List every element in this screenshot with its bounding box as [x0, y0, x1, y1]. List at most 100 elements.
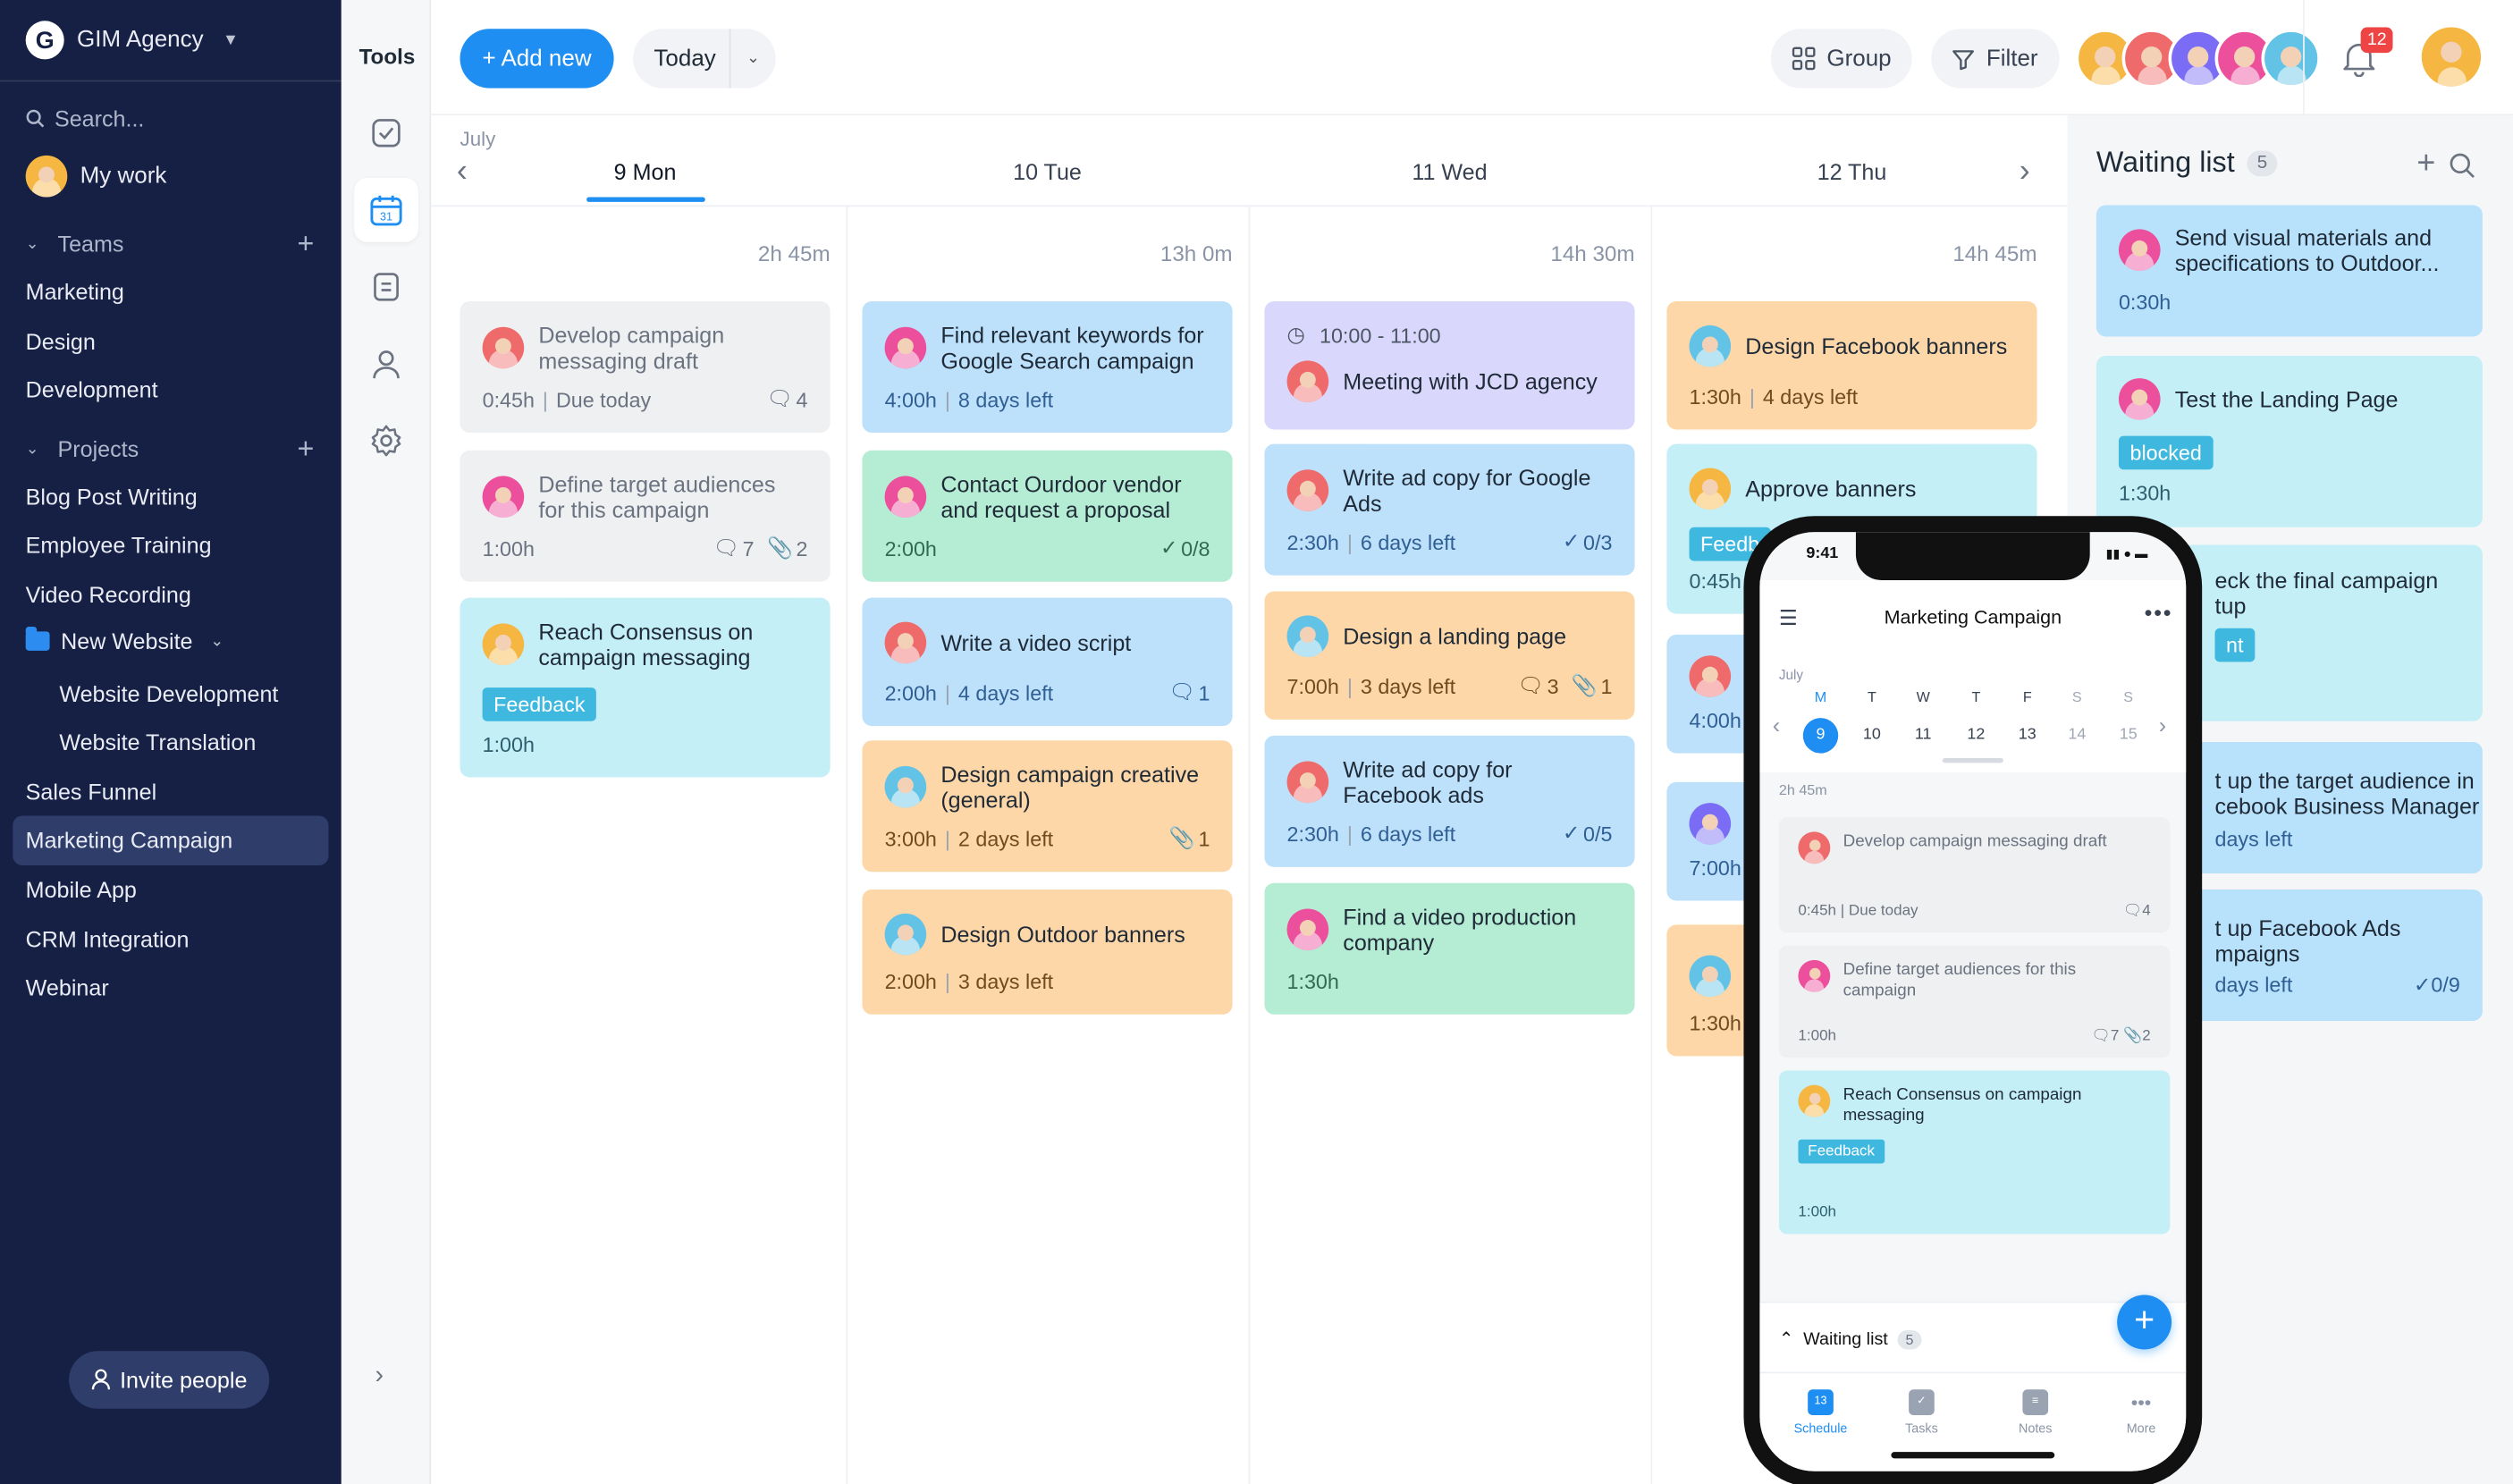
task-card[interactable]: Define target audiences for this campaig… — [460, 450, 831, 582]
sidebar-search[interactable]: Search... — [26, 105, 144, 131]
day-header[interactable]: 10 Tue — [847, 158, 1249, 184]
sidebar-item-crm-integration[interactable]: CRM Integration — [26, 926, 190, 952]
phone-mockup: ☰ Marketing Campaign ••• 9:41 ▮▮ ● ▬ Jul… — [1743, 516, 2203, 1484]
phone-day[interactable]: F 13 — [2008, 689, 2046, 754]
task-card[interactable]: Find relevant keywords for Google Search… — [862, 301, 1233, 434]
phone-task-card[interactable]: Define target audiences for this campaig… — [1778, 945, 2171, 1058]
checkmark-icon: ✓ — [1562, 820, 1581, 845]
add-team-icon[interactable]: + — [298, 229, 315, 257]
task-card[interactable]: Write ad copy for Facebook ads 2:30h | 6 d… — [1264, 735, 1635, 867]
task-card[interactable]: Design campaign creative (general) 3:00h… — [862, 740, 1233, 873]
today-button[interactable]: Today ⌄ — [633, 29, 776, 89]
avatar[interactable] — [2261, 29, 2321, 89]
event-card[interactable]: ◷ 10:00 - 11:00 Meeting with JCD agency — [1264, 301, 1635, 430]
task-card[interactable]: Design Facebook banners 1:30h | 4 days lef… — [1666, 301, 2037, 430]
user-icon — [91, 1369, 110, 1390]
day-letter: T — [1971, 688, 1981, 705]
task-card[interactable]: Reach Consensus on campaign messaging Fe… — [460, 597, 831, 778]
add-new-button[interactable]: + Add new — [460, 29, 614, 89]
sidebar-item-marketing[interactable]: Marketing — [26, 279, 124, 305]
waiting-item-duration: 0:30h — [2118, 290, 2171, 315]
comment-icon: 🗨 — [2122, 902, 2143, 921]
projects-section-header[interactable]: ⌄ Projects + — [26, 434, 315, 463]
avatar — [1798, 1084, 1831, 1117]
phone-time: 9:41 — [1806, 544, 1839, 563]
workspace-switcher[interactable]: G GIM Agency ▼ — [25, 21, 239, 60]
search-icon — [26, 109, 45, 128]
sidebar-item-website-development[interactable]: Website Development — [59, 681, 278, 707]
tool-settings[interactable] — [354, 409, 418, 473]
sidebar-item-video-recording[interactable]: Video Recording — [26, 582, 191, 608]
sidebar-item-marketing-campaign[interactable]: Marketing Campaign — [13, 815, 329, 866]
day-letter: T — [1867, 688, 1876, 705]
sidebar-item-design[interactable]: Design — [26, 329, 96, 355]
phone-task-card[interactable]: Develop campaign messaging draft 0:45h |… — [1778, 817, 2171, 933]
task-card[interactable]: Write a video script 2:00h | 4 days left 🗨… — [862, 597, 1233, 727]
more-icon[interactable]: ••• — [2145, 599, 2173, 625]
search-icon[interactable] — [2449, 152, 2475, 179]
add-icon[interactable]: + — [2416, 146, 2435, 182]
phone-day[interactable]: S 15 — [2109, 689, 2147, 754]
team-avatars[interactable] — [2075, 29, 2321, 89]
notes-icon — [374, 273, 399, 301]
teams-section-header[interactable]: ⌄ Teams + — [26, 229, 315, 257]
sidebar-item-development[interactable]: Development — [26, 376, 158, 402]
avatar — [25, 155, 68, 198]
task-card[interactable]: Contact Ourdoor vendor and request a pro… — [862, 450, 1233, 582]
chevron-right-icon[interactable]: › — [375, 1362, 384, 1391]
waiting-list-item[interactable]: Send visual materials and specifications… — [2096, 205, 2483, 337]
waiting-item-title: Test the Landing Page — [2174, 386, 2399, 412]
avatar — [482, 476, 525, 519]
sidebar-item-blog-post-writing[interactable]: Blog Post Writing — [26, 484, 198, 510]
task-duration: 0:45h — [1689, 569, 1741, 594]
tool-tasks[interactable] — [354, 101, 418, 165]
task-card[interactable]: Find a video production company 1:30h — [1264, 882, 1635, 1015]
invite-people-button[interactable]: Invite people — [69, 1351, 270, 1409]
sidebar-item-webinar[interactable]: Webinar — [26, 974, 109, 1000]
task-card[interactable]: Design Outdoor banners 2:00h | 3 days left — [862, 889, 1233, 1015]
sidebar-folder-new-website[interactable]: New Website ⌄ — [25, 626, 224, 653]
group-button[interactable]: Group — [1770, 29, 1912, 89]
phone-day[interactable]: T 10 — [1852, 689, 1891, 754]
filter-button[interactable]: Filter — [1931, 29, 2060, 89]
attachment-count: 📎 1 — [1572, 673, 1613, 699]
tag-feedback: Feedback — [1798, 1139, 1885, 1164]
task-due: 6 days left — [1360, 821, 1456, 846]
attachments-number: 1 — [1600, 673, 1613, 698]
phone-day[interactable]: W 11 — [1904, 689, 1943, 754]
workspace-name: GIM Agency — [77, 27, 204, 54]
tab-tasks[interactable]: ✓ Tasks — [1882, 1389, 1962, 1436]
tab-notes[interactable]: ≡ Notes — [1995, 1389, 2076, 1436]
tab-more[interactable]: ••• More — [2101, 1389, 2181, 1436]
day-header[interactable]: 12 Thu — [1650, 158, 2053, 184]
paperclip-icon: 📎 — [2123, 1027, 2143, 1045]
task-card[interactable]: Design a landing page 7:00h | 3 days left … — [1264, 591, 1635, 720]
drag-handle[interactable] — [1942, 757, 2003, 763]
waiting-item-due: days left — [2214, 827, 2293, 851]
waiting-list-item[interactable]: Test the Landing Page blocked 1:30h — [2096, 355, 2483, 527]
tool-notes[interactable] — [354, 255, 418, 319]
chevron-right-icon[interactable]: › — [2159, 712, 2166, 738]
chevron-left-icon[interactable]: ‹ — [1773, 712, 1780, 738]
user-avatar[interactable] — [2421, 27, 2482, 87]
sidebar-item-website-translation[interactable]: Website Translation — [59, 729, 256, 755]
chevron-down-icon[interactable]: ⌄ — [730, 50, 775, 68]
tool-calendar[interactable]: 31 — [354, 177, 418, 242]
task-card[interactable]: Write ad copy for Google Ads 2:30h | 6 day… — [1264, 443, 1635, 576]
add-button[interactable]: + — [2117, 1294, 2172, 1350]
sidebar-item-mobile-app[interactable]: Mobile App — [26, 877, 137, 903]
sidebar-item-employee-training[interactable]: Employee Training — [26, 532, 212, 558]
phone-task-card[interactable]: Reach Consensus on campaign messaging Fe… — [1778, 1070, 2171, 1235]
add-project-icon[interactable]: + — [298, 434, 315, 463]
sidebar-item-my-work[interactable]: My work — [25, 155, 167, 198]
day-header[interactable]: 9 Mon — [444, 158, 847, 184]
phone-day[interactable]: S 14 — [2058, 689, 2096, 754]
phone-day[interactable]: T 12 — [1957, 689, 1995, 754]
task-title: Write a video script — [940, 629, 1132, 656]
tool-people[interactable] — [354, 332, 418, 396]
day-header[interactable]: 11 Wed — [1249, 158, 1651, 184]
tab-schedule[interactable]: 13 Schedule — [1781, 1389, 1861, 1436]
sidebar-item-sales-funnel[interactable]: Sales Funnel — [26, 779, 156, 805]
phone-day[interactable]: M9 — [1801, 689, 1840, 754]
task-card[interactable]: Develop campaign messaging draft 0:45h | D… — [460, 301, 831, 434]
